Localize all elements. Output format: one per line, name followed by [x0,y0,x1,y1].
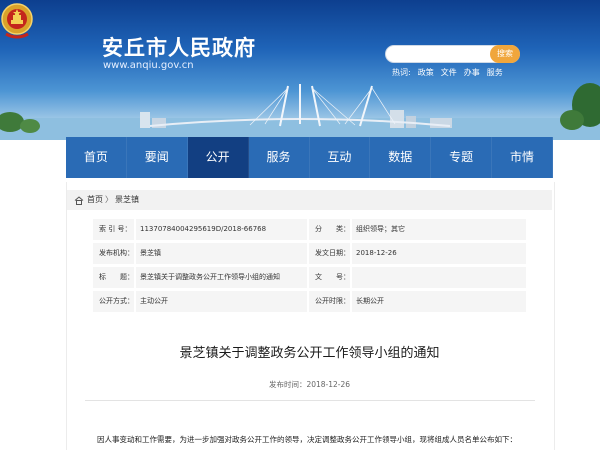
breadcrumb: 首页 〉 景芝镇 [67,190,552,210]
document-body: 因人事变动和工作需要，为进一步加强对政务公开工作的领导，决定调整政务公开工作领导… [97,435,517,444]
hot-word-link[interactable]: 服务 [487,67,503,78]
meta-value: 景芝镇 [136,243,307,264]
publish-time: 发布时间：2018-12-26 [268,380,351,389]
meta-label: 发文日期： [309,243,350,264]
nav-item-public[interactable]: 公开 [187,137,249,178]
meta-value: 长期公开 [352,291,526,312]
banner-scenery [0,83,600,140]
hot-words-label: 热词: [392,68,411,77]
meta-label: 发布机构： [93,243,134,264]
hot-word-link[interactable]: 办事 [464,67,480,78]
meta-value: 2018-12-26 [352,243,526,264]
site-url: www.anqiu.gov.cn [103,60,194,71]
home-icon [74,195,84,205]
meta-value [352,267,526,288]
hot-word-link[interactable]: 政策 [418,67,434,78]
breadcrumb-current[interactable]: 景芝镇 [115,190,139,210]
meta-label: 分 类： [309,219,350,240]
meta-row: 公开方式： 主动公开 公开时限： 长期公开 [93,291,526,312]
document-meta-table: 索 引 号： 11370784004295619D/2018-66768 分 类… [93,219,526,315]
meta-label: 索 引 号： [93,219,134,240]
national-emblem-icon [1,3,33,39]
nav-item-home[interactable]: 首页 [66,137,127,178]
meta-row: 发布机构： 景芝镇 发文日期： 2018-12-26 [93,243,526,264]
hot-word-link[interactable]: 文件 [441,67,457,78]
site-title[interactable]: 安丘市人民政府 [102,32,256,62]
breadcrumb-home[interactable]: 首页 [87,190,103,210]
hot-words: 热词: 政策 文件 办事 服务 [392,67,503,78]
content-panel: 首页 〉 景芝镇 索 引 号： 11370784004295619D/2018-… [66,182,555,450]
nav-item-services[interactable]: 服务 [249,137,310,178]
meta-value: 主动公开 [136,291,307,312]
search-input[interactable] [394,51,494,65]
nav-item-interaction[interactable]: 互动 [310,137,371,178]
nav-item-news[interactable]: 要闻 [127,137,188,178]
meta-value: 11370784004295619D/2018-66768 [136,219,307,240]
meta-label: 公开时限： [309,291,350,312]
meta-label: 标 题： [93,267,134,288]
site-banner: 安丘市人民政府 www.anqiu.gov.cn 搜索 热词: 政策 文件 办事… [0,0,600,140]
document-title: 景芝镇关于调整政务公开工作领导小组的通知 [179,346,440,361]
main-nav: 首页 要闻 公开 服务 互动 数据 专题 市情 [66,137,553,178]
meta-value: 组织领导；其它 [352,219,526,240]
search-button[interactable]: 搜索 [490,45,520,63]
breadcrumb-separator: 〉 [105,195,113,204]
meta-label: 公开方式： [93,291,134,312]
meta-value: 景芝镇关于调整政务公开工作领导小组的通知 [136,267,307,288]
meta-row: 标 题： 景芝镇关于调整政务公开工作领导小组的通知 文 号： [93,267,526,288]
meta-row: 索 引 号： 11370784004295619D/2018-66768 分 类… [93,219,526,240]
nav-item-city-info[interactable]: 市情 [492,137,553,178]
nav-item-topics[interactable]: 专题 [431,137,493,178]
meta-label: 文 号： [309,267,350,288]
nav-item-data[interactable]: 数据 [370,137,432,178]
divider [85,400,535,401]
